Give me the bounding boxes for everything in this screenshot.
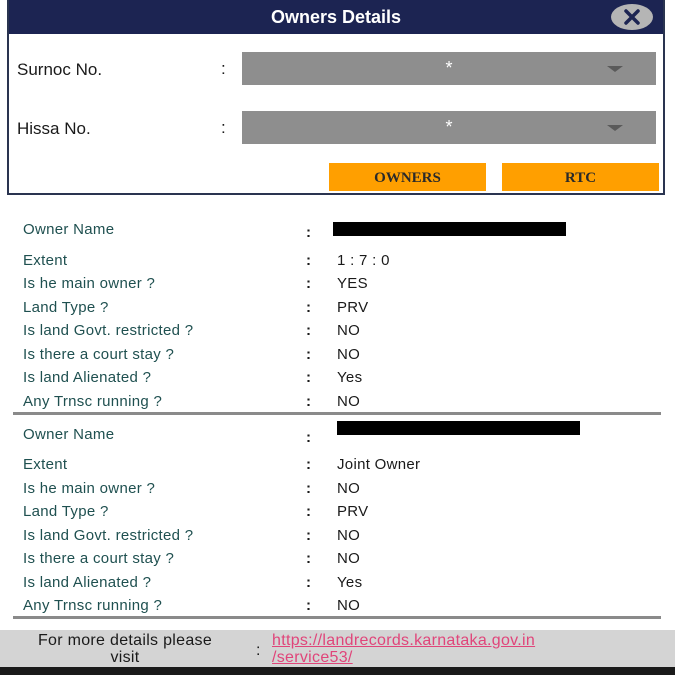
owner-row: Is he main owner ? : YES	[0, 275, 675, 297]
owner-row: Is there a court stay ? : NO	[0, 550, 675, 572]
footer-label-line: For more details please	[37, 632, 213, 649]
surnoc-label: Surnoc No.	[17, 60, 103, 79]
row-value: NO	[337, 480, 361, 497]
row-colon: :	[306, 597, 311, 614]
row-colon: :	[306, 224, 311, 241]
row-colon: :	[306, 574, 311, 591]
row-key: Is land Alienated ?	[23, 369, 152, 386]
close-button[interactable]	[611, 4, 653, 30]
row-value: NO	[337, 550, 361, 567]
footer-label: For more details please visit	[4, 632, 246, 666]
owner-row: Owner Name :	[0, 421, 675, 448]
owner-row: Land Type ? : PRV	[0, 503, 675, 525]
row-colon: :	[306, 393, 311, 410]
row-colon: :	[306, 429, 311, 446]
owner-row: Owner Name :	[0, 221, 675, 243]
row-value: NO	[337, 597, 361, 614]
row-colon: :	[306, 252, 311, 269]
row-value: YES	[337, 275, 368, 292]
row-colon: :	[306, 322, 311, 339]
rtc-button[interactable]: RTC	[502, 163, 659, 191]
link-line[interactable]: https://landrecords.karnataka.gov.in	[272, 632, 535, 649]
owners-details-dialog: Owners Details Surnoc No. : * Hissa No. …	[7, 0, 665, 195]
row-colon: :	[306, 480, 311, 497]
row-key: Owner Name	[23, 426, 115, 443]
surnoc-select[interactable]: *	[242, 52, 656, 85]
hissa-select-value: *	[445, 117, 453, 137]
row-key: Any Trnsc running ?	[23, 597, 163, 614]
row-value: Yes	[337, 574, 363, 591]
row-key: Is there a court stay ?	[23, 346, 175, 363]
row-key: Land Type ?	[23, 299, 109, 316]
row-key: Is land Govt. restricted ?	[23, 322, 194, 339]
row-colon: :	[306, 346, 311, 363]
redacted-owner-name	[333, 222, 566, 236]
dialog-titlebar: Owners Details	[9, 0, 663, 34]
hissa-field-row: Hissa No. : *	[9, 111, 663, 145]
row-key: Is land Alienated ?	[23, 574, 152, 591]
landrecords-link[interactable]: https://landrecords.karnataka.gov.in /se…	[272, 632, 535, 666]
owner-row: Is land Alienated ? : Yes	[0, 369, 675, 391]
owner-row: Is land Govt. restricted ? : NO	[0, 527, 675, 549]
row-key: Is he main owner ?	[23, 480, 156, 497]
row-key: Any Trnsc running ?	[23, 393, 163, 410]
owner-row: Is there a court stay ? : NO	[0, 346, 675, 368]
row-colon: :	[306, 503, 311, 520]
record-divider	[13, 616, 661, 619]
record-divider	[13, 412, 661, 415]
row-value: 1 : 7 : 0	[337, 252, 390, 269]
row-key: Extent	[23, 456, 68, 473]
row-colon: :	[306, 550, 311, 567]
owners-button[interactable]: OWNERS	[329, 163, 486, 191]
close-icon	[624, 9, 640, 25]
chevron-down-icon	[607, 66, 623, 72]
redacted-owner-name	[337, 421, 580, 435]
row-key: Extent	[23, 252, 68, 269]
row-colon: :	[306, 527, 311, 544]
dialog-title: Owners Details	[270, 7, 402, 27]
row-key: Owner Name	[23, 221, 115, 238]
row-value: NO	[337, 346, 361, 363]
hissa-label: Hissa No.	[17, 119, 91, 138]
row-key: Is there a court stay ?	[23, 550, 175, 567]
surnoc-select-value: *	[445, 58, 453, 78]
row-colon: :	[306, 299, 311, 316]
row-value: NO	[337, 393, 361, 410]
row-value: PRV	[337, 503, 369, 520]
owner-row: Is land Alienated ? : Yes	[0, 574, 675, 596]
row-value: NO	[337, 322, 361, 339]
row-value: Yes	[337, 369, 363, 386]
footer-colon: :	[256, 642, 261, 659]
surnoc-field-row: Surnoc No. : *	[9, 52, 663, 86]
row-value: PRV	[337, 299, 369, 316]
field-colon: :	[221, 59, 226, 78]
row-colon: :	[306, 275, 311, 292]
field-colon: :	[221, 118, 226, 137]
row-colon: :	[306, 369, 311, 386]
hissa-select[interactable]: *	[242, 111, 656, 144]
row-key: Is land Govt. restricted ?	[23, 527, 194, 544]
link-line[interactable]: /service53/	[272, 649, 535, 666]
owner-row: Extent : Joint Owner	[0, 456, 675, 478]
row-key: Is he main owner ?	[23, 275, 156, 292]
owner-row: Land Type ? : PRV	[0, 299, 675, 321]
footer-more-details: For more details please visit : https://…	[0, 630, 675, 667]
owner-row: Is land Govt. restricted ? : NO	[0, 322, 675, 344]
row-value: NO	[337, 527, 361, 544]
row-colon: :	[306, 456, 311, 473]
owner-row: Extent : 1 : 7 : 0	[0, 252, 675, 274]
row-key: Land Type ?	[23, 503, 109, 520]
row-value: Joint Owner	[337, 456, 421, 473]
chevron-down-icon	[607, 125, 623, 131]
bottom-strip	[0, 667, 675, 675]
owner-row: Is he main owner ? : NO	[0, 480, 675, 502]
footer-label-line: visit	[110, 649, 140, 666]
